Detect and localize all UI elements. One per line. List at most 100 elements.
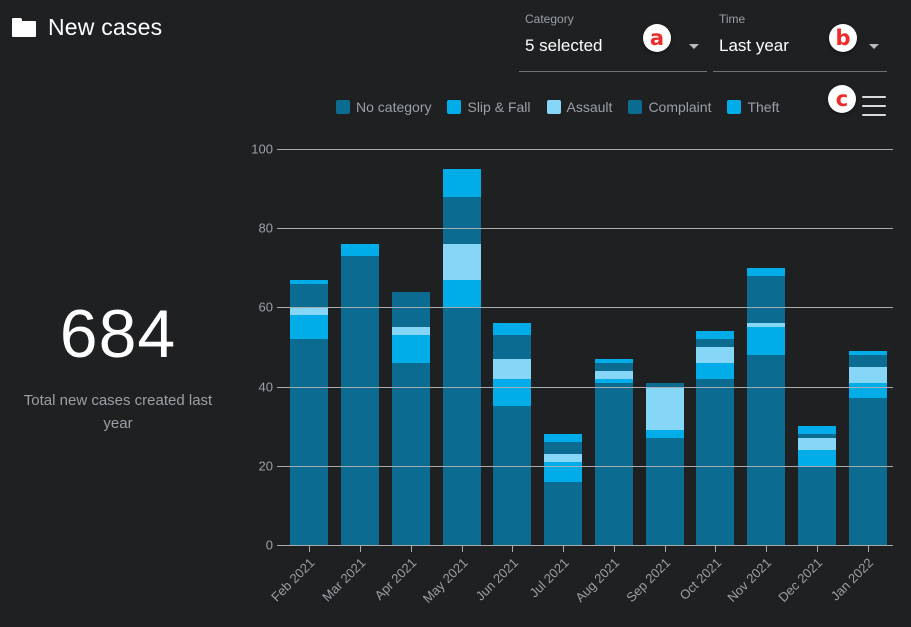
legend-item-label: No category xyxy=(356,99,432,115)
time-filter-dropdown[interactable]: Time Last year xyxy=(713,10,887,72)
legend-item-complaint[interactable]: Complaint xyxy=(628,99,711,115)
bar-segment[interactable] xyxy=(645,386,684,431)
legend-item-slip-fall[interactable]: Slip & Fall xyxy=(447,99,531,115)
bar-segment[interactable] xyxy=(442,196,481,245)
bar-segment[interactable] xyxy=(544,481,583,545)
bar-segment[interactable] xyxy=(391,362,430,545)
bar-segment[interactable] xyxy=(696,362,735,379)
hamburger-menu-icon[interactable] xyxy=(862,96,886,116)
bar-segment[interactable] xyxy=(747,327,786,355)
bar-segment[interactable] xyxy=(848,382,887,399)
page-title-text: New cases xyxy=(48,14,163,40)
bar-segment[interactable] xyxy=(696,347,735,363)
bar-segment[interactable] xyxy=(341,244,380,256)
category-filter-value: 5 selected xyxy=(525,36,603,55)
bar-segment[interactable] xyxy=(442,307,481,545)
chart-plot-area: Feb 2021 Mar 2021 Apr 2021 May 2021 Jun 2021… xyxy=(251,142,893,606)
bar-segment[interactable] xyxy=(493,323,532,336)
stacked-bar[interactable] xyxy=(290,279,329,545)
bar-segment[interactable] xyxy=(391,291,430,328)
folder-icon xyxy=(12,18,36,37)
bar-segment[interactable] xyxy=(544,453,583,462)
stacked-bar[interactable] xyxy=(544,434,583,545)
stacked-bar[interactable] xyxy=(696,331,735,545)
bar-segment[interactable] xyxy=(290,307,329,316)
bar-segment[interactable] xyxy=(290,315,329,340)
legend-swatch-icon xyxy=(336,100,350,114)
legend-swatch-icon xyxy=(628,100,643,114)
bar-segment[interactable] xyxy=(696,331,735,340)
chevron-down-icon[interactable] xyxy=(689,44,699,49)
bar-segment[interactable] xyxy=(594,382,633,545)
x-axis-tick-label: Oct 2021 xyxy=(676,555,724,603)
gridline xyxy=(284,465,893,467)
stacked-bar[interactable] xyxy=(391,291,430,545)
bar-segment[interactable] xyxy=(696,339,735,348)
legend-item-label: Complaint xyxy=(648,99,712,115)
x-axis-tick-mark xyxy=(309,545,311,552)
stacked-bar[interactable] xyxy=(645,382,684,545)
x-axis-tick-mark xyxy=(766,545,768,552)
bar-segment[interactable] xyxy=(493,358,532,379)
bar-group: Jan 2022 xyxy=(828,149,893,603)
y-axis-tick-mark xyxy=(277,307,284,309)
x-axis-tick-mark xyxy=(715,545,717,552)
bar-segment[interactable] xyxy=(442,279,481,308)
bar-segment[interactable] xyxy=(391,327,430,336)
bar-segment[interactable] xyxy=(848,354,887,367)
bar-segment[interactable] xyxy=(442,168,481,197)
bar-segment[interactable] xyxy=(747,275,786,324)
annotation-badge-c: c xyxy=(828,85,856,113)
stacked-bar[interactable] xyxy=(493,323,532,545)
stacked-bar[interactable] xyxy=(747,267,786,545)
y-axis-tick-mark xyxy=(277,465,284,467)
bar-segment[interactable] xyxy=(747,267,786,276)
annotation-badge-b: b xyxy=(829,24,857,52)
bar-segment[interactable] xyxy=(341,291,380,545)
bar-segment[interactable] xyxy=(391,335,430,363)
legend-item-theft[interactable]: Theft xyxy=(727,99,779,115)
x-axis-tick-mark xyxy=(563,545,565,552)
bar-segment[interactable] xyxy=(797,438,836,450)
stacked-bar[interactable] xyxy=(797,426,836,545)
bar-segment[interactable] xyxy=(594,370,633,379)
bar-segment[interactable] xyxy=(493,378,532,407)
stacked-bar[interactable] xyxy=(848,351,887,545)
bar-segment[interactable] xyxy=(544,442,583,454)
bar-segment[interactable] xyxy=(493,406,532,545)
bar-segment[interactable] xyxy=(848,366,887,383)
bar-segment[interactable] xyxy=(848,398,887,545)
bar-segment[interactable] xyxy=(493,335,532,359)
bar-segment[interactable] xyxy=(544,434,583,443)
bar-segment[interactable] xyxy=(341,255,380,292)
category-filter-dropdown[interactable]: Category 5 selected xyxy=(519,10,707,72)
chevron-down-icon[interactable] xyxy=(869,44,879,49)
gridline xyxy=(284,307,893,309)
y-axis-tick-mark xyxy=(277,228,284,230)
bar-segment[interactable] xyxy=(645,430,684,439)
bar-segment[interactable] xyxy=(645,438,684,545)
x-axis-tick-label: Jul 2021 xyxy=(526,555,572,601)
bar-segment[interactable] xyxy=(696,378,735,545)
y-axis-tick-label: 60 xyxy=(258,299,273,315)
bar-segment[interactable] xyxy=(797,426,836,435)
x-axis-tick-mark xyxy=(410,545,412,552)
bar-segment[interactable] xyxy=(290,283,329,308)
legend-item-assault[interactable]: Assault xyxy=(546,99,612,115)
stacked-bar[interactable] xyxy=(341,244,380,545)
bar-segment[interactable] xyxy=(797,465,836,545)
bar-segment[interactable] xyxy=(442,244,481,280)
legend-item-no-category[interactable]: No category xyxy=(336,99,431,115)
bar-segment[interactable] xyxy=(747,354,786,545)
bar-segment[interactable] xyxy=(797,449,836,466)
bar-group: Sep 2021 xyxy=(623,149,690,605)
chart-legend: No category Slip & Fall Assault Complaint Th… xyxy=(336,99,779,115)
stacked-bar[interactable] xyxy=(442,168,481,545)
bar-segment[interactable] xyxy=(594,362,633,371)
bar-segment[interactable] xyxy=(290,339,329,545)
x-axis-tick-label: Apr 2021 xyxy=(371,555,420,603)
x-axis-line xyxy=(284,545,893,546)
bar-group: Jul 2021 xyxy=(526,149,589,600)
x-axis-tick-mark xyxy=(664,545,666,552)
y-axis-tick-label: 40 xyxy=(258,379,273,395)
